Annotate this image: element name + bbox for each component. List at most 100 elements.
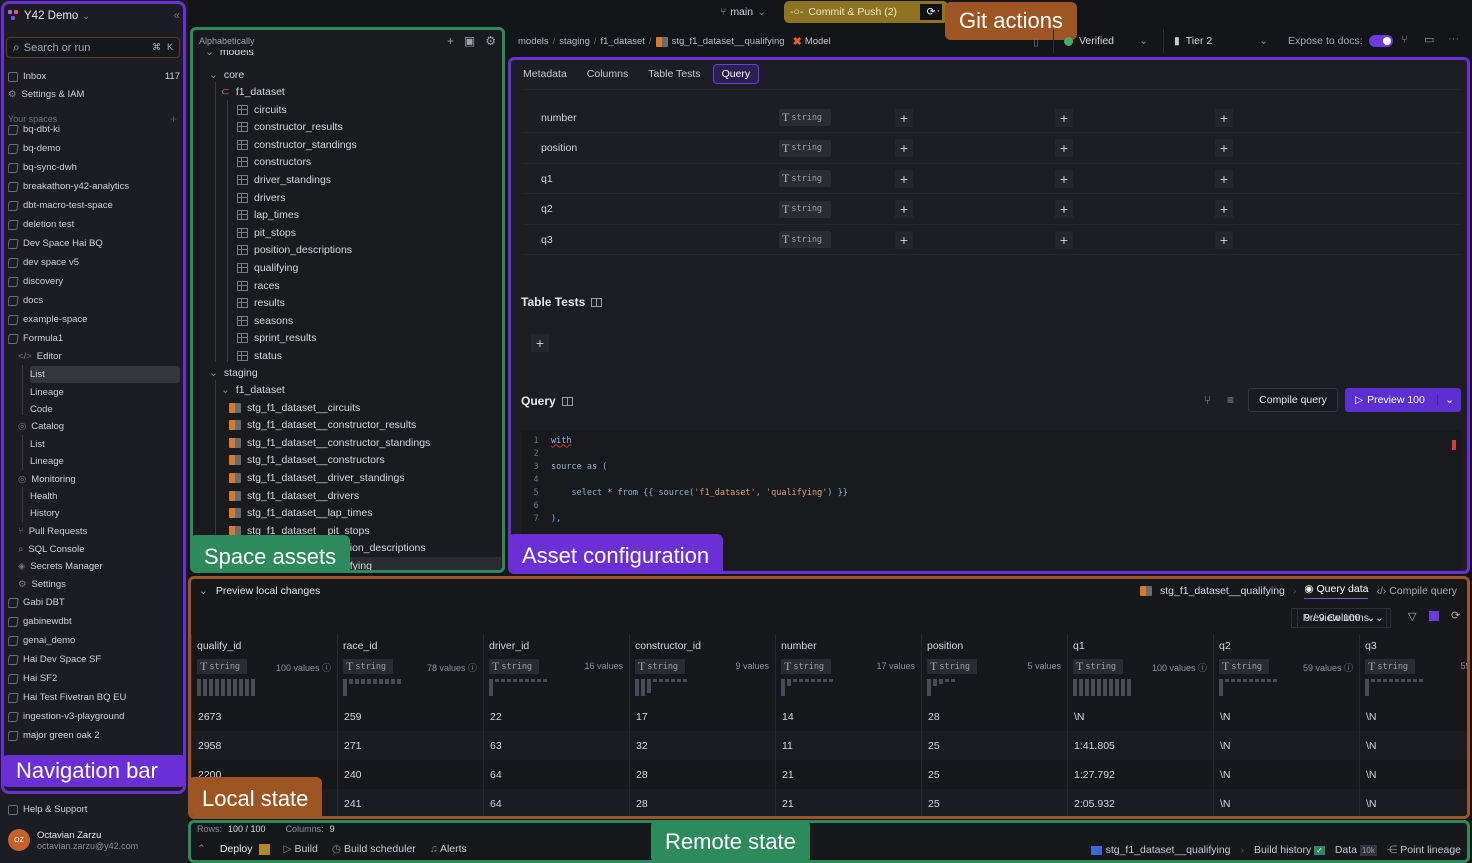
- branch-selector[interactable]: ⑂ main ⌄: [720, 6, 766, 18]
- tree-table-item[interactable]: position_descriptions: [237, 242, 352, 259]
- tree-core-folder[interactable]: ⌄ core: [209, 66, 244, 83]
- column-header[interactable]: number: [781, 640, 817, 652]
- data-cell[interactable]: \N: [1214, 702, 1359, 731]
- more-options-icon[interactable]: ···: [1448, 33, 1459, 45]
- new-folder-icon[interactable]: ▣: [464, 34, 475, 48]
- chevron-down-icon[interactable]: ⌄: [1437, 394, 1461, 406]
- compile-query-button[interactable]: Compile query: [1248, 388, 1338, 412]
- data-cell[interactable]: 1:41.805: [1068, 731, 1213, 760]
- nav-sql-console[interactable]: ⌕ SQL Console: [18, 541, 180, 558]
- data-cell[interactable]: 17: [630, 702, 775, 731]
- add-column-property-button[interactable]: +: [895, 108, 913, 127]
- data-cell[interactable]: 32: [630, 731, 775, 760]
- format-icon[interactable]: ≡: [1227, 393, 1234, 407]
- add-column-property-button[interactable]: +: [1215, 139, 1233, 158]
- column-header[interactable]: q3: [1365, 640, 1377, 652]
- add-space-icon[interactable]: +: [170, 112, 177, 126]
- tree-table-item[interactable]: seasons: [237, 312, 293, 329]
- nav-space-item[interactable]: ingestion-v3-playground: [8, 708, 180, 725]
- nav-space-cutoff[interactable]: bq-dbt-ki: [8, 125, 180, 135]
- more-git-actions-icon[interactable]: ···: [929, 5, 940, 17]
- add-column-property-button[interactable]: +: [1055, 139, 1073, 158]
- verification-select[interactable]: Verified ⌄: [1053, 29, 1158, 53]
- tier-select[interactable]: ▮ Tier 2 ⌄: [1163, 29, 1278, 53]
- data-cell[interactable]: 64: [484, 760, 629, 789]
- nav-editor-code[interactable]: Code: [30, 401, 180, 418]
- data-cell[interactable]: 63: [484, 731, 629, 760]
- comment-icon[interactable]: ▭: [1424, 33, 1434, 46]
- add-column-property-button[interactable]: +: [1215, 230, 1233, 249]
- data-cell[interactable]: 14: [776, 702, 921, 731]
- alerts-button[interactable]: ♫ Alerts: [430, 843, 467, 855]
- bookmark-icon[interactable]: ▯: [1033, 35, 1039, 48]
- tree-staging-dataset[interactable]: ⌄ f1_dataset: [221, 381, 285, 398]
- data-cell[interactable]: 25: [922, 731, 1067, 760]
- search-input[interactable]: ⌕ Search or run ⌘ K: [6, 37, 180, 58]
- data-cell[interactable]: 2958: [192, 731, 337, 760]
- tree-model-item[interactable]: stg_f1_dataset__constructors: [229, 452, 385, 469]
- expand-icon[interactable]: ⌃: [197, 843, 206, 855]
- filter-icon[interactable]: ▽: [1408, 610, 1416, 623]
- add-table-test-button[interactable]: +: [531, 334, 549, 352]
- tree-staging-folder[interactable]: ⌄ staging: [209, 364, 258, 381]
- add-column-property-button[interactable]: +: [895, 169, 913, 188]
- data-cell[interactable]: \N: [1360, 702, 1467, 731]
- nav-catalog-list[interactable]: List: [30, 436, 180, 453]
- data-cell[interactable]: 1:27.792: [1068, 760, 1213, 789]
- nav-pull-requests[interactable]: ⑂ Pull Requests: [18, 523, 180, 540]
- column-header[interactable]: race_id: [343, 640, 377, 652]
- column-header[interactable]: position: [927, 640, 963, 652]
- build-button[interactable]: ▷ Build: [284, 843, 318, 855]
- columns-select[interactable]: 9 / 9 Columns ⌄: [1297, 608, 1391, 628]
- data-cell[interactable]: \N: [1214, 731, 1359, 760]
- column-header[interactable]: q2: [1219, 640, 1231, 652]
- tree-table-item[interactable]: pit_stops: [237, 224, 296, 241]
- breadcrumb-models[interactable]: models: [518, 36, 549, 47]
- tree-table-item[interactable]: lap_times: [237, 207, 299, 224]
- data-cell[interactable]: 28: [630, 789, 775, 816]
- add-asset-icon[interactable]: +: [447, 34, 454, 48]
- data-cell[interactable]: 241: [338, 789, 483, 816]
- data-cell[interactable]: \N: [1214, 760, 1359, 789]
- tree-model-item[interactable]: stg_f1_dataset__lap_times: [229, 505, 373, 522]
- data-cell[interactable]: 2:05.932: [1068, 789, 1213, 816]
- add-column-property-button[interactable]: +: [1215, 169, 1233, 188]
- nav-space-item[interactable]: example-space: [8, 311, 180, 328]
- nav-help-support[interactable]: Help & Support: [8, 801, 180, 818]
- add-column-property-button[interactable]: +: [1055, 200, 1073, 219]
- tree-core-dataset[interactable]: ⊂ f1_dataset: [221, 83, 285, 100]
- nav-space-item[interactable]: dev space v5: [8, 254, 180, 271]
- nav-secrets-manager[interactable]: ◈ Secrets Manager: [18, 558, 180, 575]
- nav-settings-iam[interactable]: ⚙ Settings & IAM: [8, 86, 180, 103]
- nav-space-item[interactable]: major green oak 2: [8, 727, 180, 744]
- nav-space-item[interactable]: Dev Space Hai BQ: [8, 235, 180, 252]
- nav-space-item[interactable]: genai_demo: [8, 632, 180, 649]
- data-cell[interactable]: 259: [338, 702, 483, 731]
- nav-editor-list[interactable]: List: [30, 366, 180, 383]
- breadcrumb-dataset[interactable]: f1_dataset: [601, 36, 645, 47]
- breadcrumb-staging[interactable]: staging: [559, 36, 590, 47]
- data-cell[interactable]: 240: [338, 760, 483, 789]
- info-icon[interactable]: ⓘ: [319, 663, 331, 673]
- nav-space-item[interactable]: Gabi DBT: [8, 594, 180, 611]
- nav-space-item[interactable]: dbt-macro-test-space: [8, 197, 180, 214]
- nav-catalog-lineage[interactable]: Lineage: [30, 453, 180, 470]
- nav-space-item[interactable]: Hai Test Fivetran BQ EU: [8, 689, 180, 706]
- collapse-icon[interactable]: ⌄: [199, 585, 208, 597]
- nav-space-item[interactable]: Hai Dev Space SF: [8, 651, 180, 668]
- add-column-property-button[interactable]: +: [895, 139, 913, 158]
- data-button[interactable]: Data 10k: [1335, 844, 1377, 856]
- data-cell[interactable]: \N: [1214, 789, 1359, 816]
- data-cell[interactable]: 11: [776, 731, 921, 760]
- tree-table-item[interactable]: constructor_results: [237, 119, 343, 136]
- nav-editor-lineage[interactable]: Lineage: [30, 384, 180, 401]
- tab-metadata[interactable]: Metadata: [515, 65, 575, 83]
- data-cell[interactable]: 28: [922, 702, 1067, 731]
- nav-space-item[interactable]: Formula1: [8, 330, 180, 347]
- data-cell[interactable]: \N: [1360, 760, 1467, 789]
- column-header[interactable]: qualify_id: [197, 640, 241, 652]
- data-cell[interactable]: \N: [1068, 702, 1213, 731]
- data-cell[interactable]: 21: [776, 789, 921, 816]
- tree-table-item[interactable]: status: [237, 347, 282, 364]
- data-cell[interactable]: 64: [484, 789, 629, 816]
